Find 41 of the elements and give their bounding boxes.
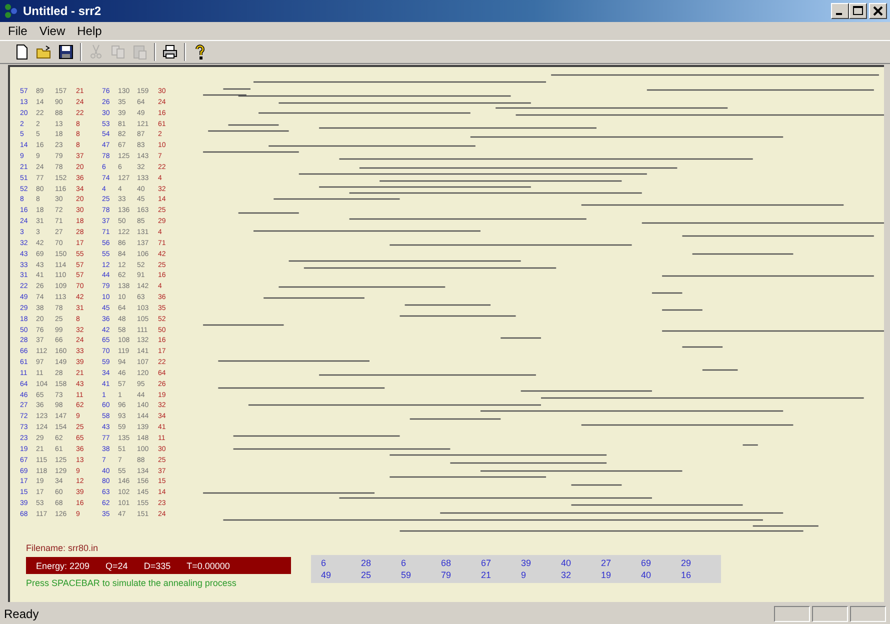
- status-text: Ready: [4, 607, 39, 621]
- sequence-value: 40: [641, 569, 652, 581]
- sequence-value: 67: [481, 557, 492, 569]
- folder-icon[interactable]: [36, 44, 52, 60]
- sequence-value: 19: [601, 569, 612, 581]
- sequence-value: 40: [561, 557, 572, 569]
- new-file-icon[interactable]: [14, 44, 30, 60]
- sequence-value: 32: [561, 569, 572, 581]
- sequence-value: 6: [401, 557, 408, 569]
- menu-item[interactable]: File: [2, 24, 34, 38]
- sequence-value: 16: [681, 569, 692, 581]
- status-pane: [774, 606, 810, 622]
- energy-value: D=335: [144, 560, 171, 570]
- sequence-value: 9: [521, 569, 528, 581]
- sequence-value: 79: [441, 569, 452, 581]
- minimize-button[interactable]: [831, 3, 849, 19]
- sequence-value: 68: [441, 557, 452, 569]
- sequence-value: 6: [321, 557, 328, 569]
- sequence-value: 29: [681, 557, 692, 569]
- filename-label: Filename: srr80.in: [26, 543, 100, 553]
- sequence-value: 39: [521, 557, 532, 569]
- sequence-value: 27: [601, 557, 612, 569]
- sequence-value: 25: [361, 569, 372, 581]
- menu-item[interactable]: Help: [71, 24, 108, 38]
- close-button[interactable]: [869, 3, 887, 19]
- sequence-value: 49: [321, 569, 332, 581]
- energy-value: Q=24: [106, 560, 128, 570]
- window-title: Untitled - srr2: [23, 4, 102, 18]
- sequence-value: 59: [401, 569, 412, 581]
- status-pane: [812, 606, 848, 622]
- menu-item[interactable]: View: [33, 24, 72, 38]
- sequence-value: 69: [641, 557, 652, 569]
- sequence-value: 21: [481, 569, 492, 581]
- maximize-button[interactable]: [849, 3, 867, 19]
- energy-value: T=0.00000: [186, 560, 230, 570]
- app-icon: [3, 3, 19, 19]
- hint-text: Press SPACEBAR to simulate the annealing process: [26, 578, 238, 588]
- status-pane: [850, 606, 886, 622]
- sequence-value: 28: [361, 557, 372, 569]
- energy-value: Energy: 2209: [36, 560, 90, 570]
- printer-icon[interactable]: [162, 44, 178, 60]
